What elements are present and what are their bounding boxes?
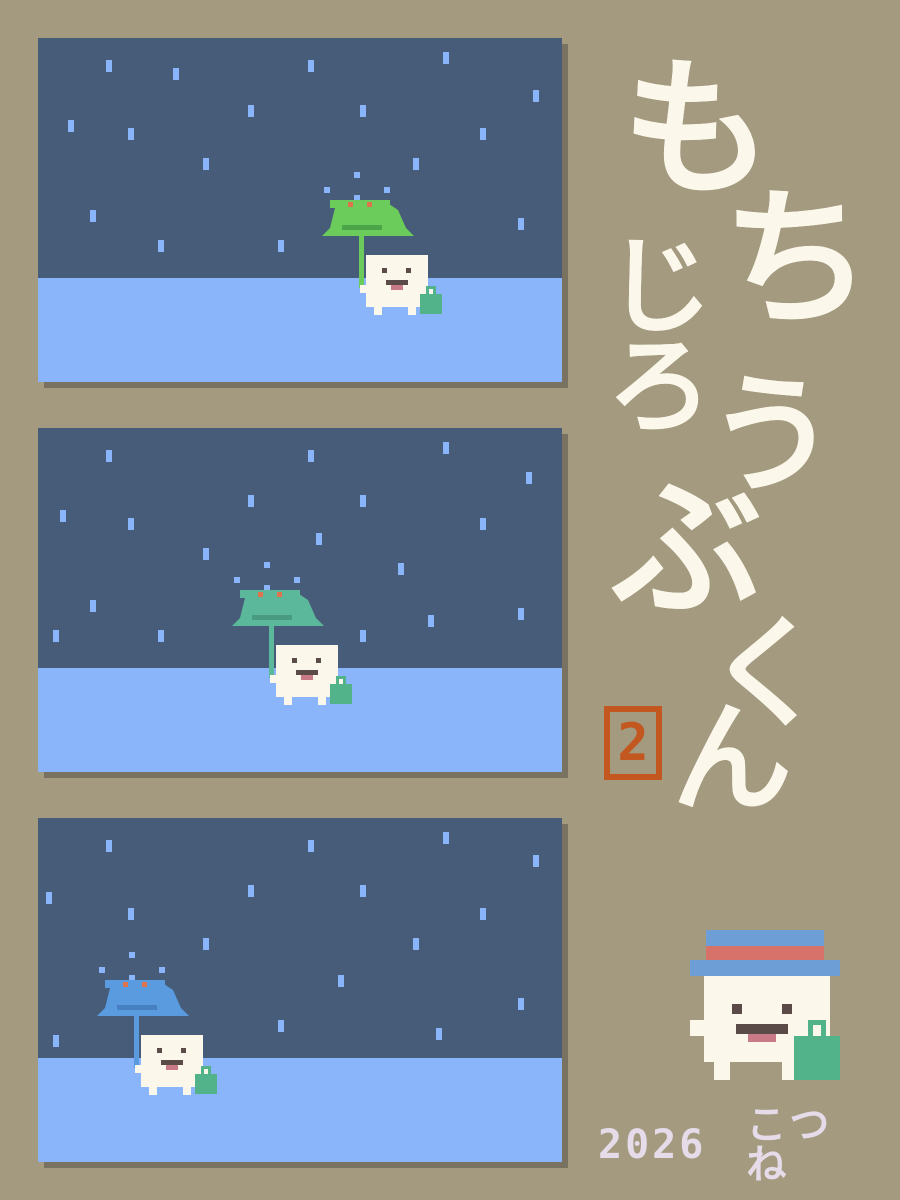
title-char-3: じ (607, 226, 713, 348)
night-sky (38, 818, 562, 1058)
night-sky (38, 38, 562, 278)
comic-panel-1 (38, 38, 562, 382)
night-sky (38, 428, 562, 668)
mochi-character (270, 645, 338, 705)
title-char-8: ん (672, 690, 792, 829)
mochi-mascot (690, 928, 850, 1092)
title-char-2: ち (722, 173, 873, 347)
footer-author: こつね (746, 1102, 833, 1188)
comic-panel-3 (38, 818, 562, 1162)
ground (38, 278, 562, 382)
footer-year: 2026 (598, 1122, 707, 1168)
mochi-character (135, 1035, 203, 1095)
comic-panel-2 (38, 428, 562, 772)
title-char-4: ろ (607, 326, 713, 448)
panel-2-scene (38, 428, 562, 772)
panel-1-scene (38, 38, 562, 382)
hat-mochi-icon (690, 930, 840, 1080)
footer: 2026 こつね (598, 1105, 868, 1185)
panel-3-scene (38, 818, 562, 1162)
title-char-6: ぶ (612, 463, 763, 637)
volume-number: 2 (617, 713, 649, 773)
ground (38, 1058, 562, 1162)
mochi-character (360, 255, 428, 315)
volume-badge: 2 (604, 706, 662, 780)
